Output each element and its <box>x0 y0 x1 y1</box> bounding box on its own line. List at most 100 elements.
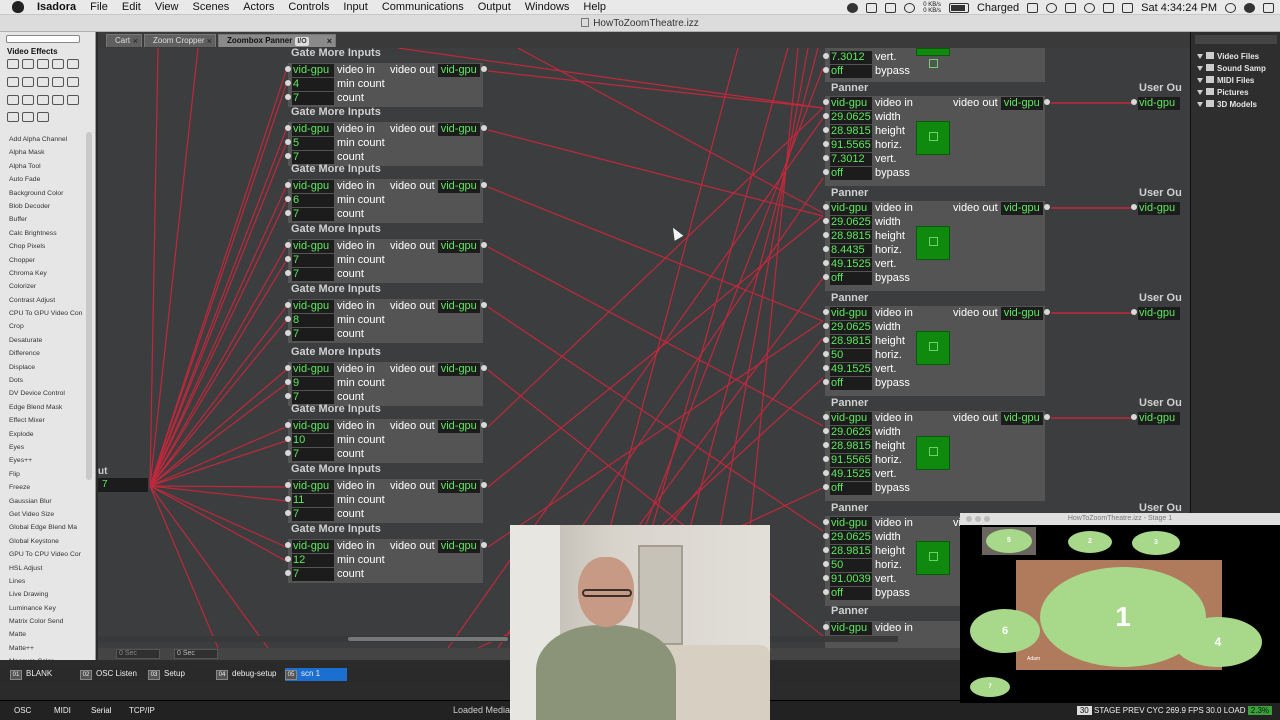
actor-list-item[interactable]: GPU To CPU Video Cor <box>9 548 93 561</box>
gate-input[interactable]: vid-gpu video in <box>285 240 375 254</box>
user-output-input[interactable]: vid-gpu <box>1131 412 1180 426</box>
gate-count[interactable]: 7 count <box>285 208 364 222</box>
menu-edit[interactable]: Edit <box>115 1 148 13</box>
actor-list-item[interactable]: Buffer <box>9 213 93 226</box>
actor-list-item[interactable]: Crop <box>9 320 93 333</box>
panner-last-input[interactable]: vid-gpu video in <box>823 622 913 636</box>
actor-list-item[interactable]: Chroma Key <box>9 267 93 280</box>
panner-horiz[interactable]: 8.4435 horiz. <box>823 244 902 258</box>
panner-height[interactable]: 28.9815 height <box>823 335 905 349</box>
gate-min-count[interactable]: 6 min count <box>285 194 385 208</box>
menu-scenes[interactable]: Scenes <box>186 1 237 13</box>
actor-list-item[interactable]: Flip <box>9 468 93 481</box>
logic-category-icon[interactable] <box>37 95 49 105</box>
panner-width[interactable]: 29.0625 width <box>823 216 901 230</box>
actor-list-scrollbar[interactable] <box>86 132 92 480</box>
gate-output[interactable]: video out vid-gpu <box>390 123 487 137</box>
gate-min-count[interactable]: 5 min count <box>285 137 385 151</box>
gate-output[interactable]: video out vid-gpu <box>390 300 487 314</box>
status-midi[interactable]: MIDI <box>54 706 71 715</box>
gate-count[interactable]: 7 count <box>285 568 364 582</box>
user-category-icon[interactable] <box>22 112 34 122</box>
patch-cable[interactable] <box>487 129 824 217</box>
math-category-icon[interactable] <box>22 95 34 105</box>
gate-input[interactable]: vid-gpu video in <box>285 363 375 377</box>
panner-input[interactable]: vid-gpu video in <box>823 202 913 216</box>
panner-input[interactable]: vid-gpu video in <box>823 97 913 111</box>
wifi-icon[interactable] <box>1046 2 1058 13</box>
panner-vert[interactable]: 49.1525 vert. <box>823 468 896 482</box>
panner-height[interactable]: 28.9815 height <box>823 230 905 244</box>
gate-output[interactable]: video out vid-gpu <box>390 240 487 254</box>
airplay-icon[interactable] <box>1065 2 1077 13</box>
gate-min-count[interactable]: 11 min count <box>285 494 385 508</box>
status-tcpip[interactable]: TCP/IP <box>129 706 155 715</box>
menu-view[interactable]: View <box>148 1 186 13</box>
panner-bypass[interactable]: off bypass <box>823 587 910 601</box>
actor-list-item[interactable]: Displace <box>9 361 93 374</box>
patch-cable[interactable] <box>149 306 287 487</box>
spotlight-icon[interactable] <box>1225 2 1236 13</box>
gate-count[interactable]: 7 count <box>285 92 364 106</box>
panner-title[interactable]: Panner <box>831 82 868 94</box>
gate-input[interactable]: vid-gpu video in <box>285 123 375 137</box>
gate-title[interactable]: Gate More Inputs <box>291 346 381 358</box>
actor-list-item[interactable]: Lines <box>9 575 93 588</box>
actor-list-item[interactable]: Global Edge Blend Ma <box>9 521 93 534</box>
gate-output[interactable]: video out vid-gpu <box>390 540 487 554</box>
actor-list-item[interactable]: Colorizer <box>9 280 93 293</box>
panner-title[interactable]: Panner <box>831 292 868 304</box>
panner-title[interactable]: Panner <box>831 187 868 199</box>
actor-list-item[interactable]: Freeze <box>9 481 93 494</box>
panner-output[interactable]: video out vid-gpu <box>953 307 1050 321</box>
speaker-category-icon[interactable] <box>52 77 64 87</box>
panner-width[interactable]: 29.0625 width <box>823 321 901 335</box>
screen-icon[interactable] <box>866 2 878 13</box>
panner-horiz[interactable]: 91.5565 horiz. <box>823 139 902 153</box>
wave-category-icon[interactable] <box>7 95 19 105</box>
actor-list-item[interactable]: Measure Color <box>9 655 93 660</box>
panner-partial-vert[interactable]: 7.3012 vert. <box>823 51 896 65</box>
stage-preview-window[interactable]: HowToZoomTheatre.izz - Stage 1 5 2 3 1 6… <box>960 513 1280 703</box>
image-category-icon[interactable] <box>22 59 34 69</box>
gate-title[interactable]: Gate More Inputs <box>291 163 381 175</box>
media-3d-models[interactable]: 3D Models <box>1197 100 1257 109</box>
actor-list-item[interactable]: Add Alpha Channel <box>9 133 93 146</box>
display-icon[interactable] <box>885 2 897 13</box>
gear-icon[interactable] <box>52 95 64 105</box>
close-icon[interactable]: × <box>327 35 332 47</box>
scene-osc-listen[interactable]: 02 OSC Listen <box>80 668 142 681</box>
panner-bypass[interactable]: off bypass <box>823 167 910 181</box>
window-close-button[interactable] <box>966 516 972 522</box>
actor-list-item[interactable]: Global Keystone <box>9 535 93 548</box>
patch-cable[interactable] <box>149 200 287 487</box>
gate-min-count[interactable]: 7 min count <box>285 254 385 268</box>
left-actor-value[interactable]: 7 <box>98 478 148 492</box>
gate-output[interactable]: video out vid-gpu <box>390 363 487 377</box>
notification-icon[interactable] <box>1263 2 1274 13</box>
actor-list-item[interactable]: Luminance Key <box>9 602 93 615</box>
status-osc[interactable]: OSC <box>14 706 31 715</box>
interaction-category-icon[interactable] <box>67 59 79 69</box>
close-icon[interactable]: × <box>207 35 212 47</box>
actor-list-item[interactable]: Background Color <box>9 187 93 200</box>
gate-count[interactable]: 7 count <box>285 508 364 522</box>
panner-horiz[interactable]: 50 horiz. <box>823 559 902 573</box>
panner-output[interactable]: video out vid-gpu <box>953 202 1050 216</box>
utility-category-icon[interactable] <box>67 77 79 87</box>
actor-list-item[interactable]: Alpha Mask <box>9 146 93 159</box>
menu-file[interactable]: File <box>83 1 115 13</box>
user-output-input[interactable]: vid-gpu <box>1131 202 1180 216</box>
panner-title[interactable]: Panner <box>831 502 868 514</box>
gate-title[interactable]: Gate More Inputs <box>291 223 381 235</box>
panner-bypass[interactable]: off bypass <box>823 482 910 496</box>
gate-min-count[interactable]: 8 min count <box>285 314 385 328</box>
actor-list-item[interactable]: Matte <box>9 628 93 641</box>
user-output-title[interactable]: User Ou <box>1139 187 1182 199</box>
timeline-left-time[interactable]: 0 Sec <box>116 649 160 659</box>
actor-list-item[interactable]: Difference <box>9 347 93 360</box>
actor-list-item[interactable]: Calc Brightness <box>9 227 93 240</box>
panner-height[interactable]: 28.9815 height <box>823 440 905 454</box>
menu-help[interactable]: Help <box>576 1 613 13</box>
close-icon[interactable]: × <box>133 35 138 47</box>
